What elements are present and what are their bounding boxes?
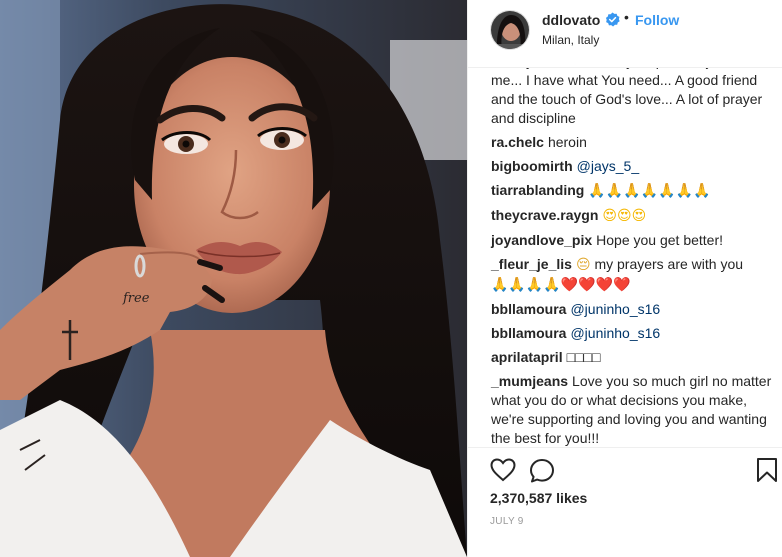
comment-username[interactable]: aprilatapril <box>491 349 563 365</box>
comment-emoji: 😍😍😍 <box>602 208 647 224</box>
heart-icon[interactable] <box>490 458 516 482</box>
comment-username[interactable]: _mumjeans <box>491 373 568 389</box>
comment-username[interactable]: bbllamoura <box>491 301 566 317</box>
comment-username[interactable]: joyandlove_pix <box>491 232 592 248</box>
post-photo[interactable]: free <box>0 0 467 557</box>
separator-dot: • <box>624 9 629 25</box>
comment-text: my prayers are with you <box>594 256 744 272</box>
comment-username[interactable]: _fleur_je_lis <box>491 256 572 272</box>
follow-button[interactable]: Follow <box>635 12 679 28</box>
comment-text: □□□□ <box>566 349 601 365</box>
comment-username[interactable]: bbllamoura <box>491 325 566 341</box>
comment-emoji: 😔 <box>575 257 591 273</box>
list-item: bbllamoura @juninho_s16 <box>491 300 781 319</box>
location-link[interactable]: Milan, Italy <box>542 33 599 47</box>
post-photo-illustration: free <box>0 0 467 557</box>
list-item: tiarrablanding 🙏🙏🙏🙏🙏🙏🙏 <box>491 181 781 201</box>
list-item: bbllamoura @juninho_s16 <box>491 324 781 343</box>
post-side-panel: ddlovato • Follow Milan, Italy money... … <box>467 0 782 557</box>
comment-username[interactable]: ra.chelc <box>491 134 544 150</box>
svg-text:free: free <box>122 291 150 306</box>
comment-text: money... But I can truly help... You jus… <box>491 68 763 126</box>
bookmark-icon[interactable] <box>756 457 778 483</box>
avatar[interactable] <box>490 10 530 50</box>
list-item: theycrave.raygn 😍😍😍 <box>491 206 781 226</box>
comment-mention[interactable]: @juninho_s16 <box>570 325 660 341</box>
list-item: _fleur_je_lis 😔 my prayers are with you 🙏… <box>491 255 781 295</box>
comment-username[interactable]: bigboomirth <box>491 158 573 174</box>
comment-mention[interactable]: @jays_5_ <box>577 158 639 174</box>
comment-bubble-icon[interactable] <box>529 458 555 484</box>
comment-emoji: 🙏🙏🙏🙏❤️❤️❤️❤️ <box>491 277 631 293</box>
comment-emoji: 🙏🙏🙏🙏🙏🙏🙏 <box>588 183 711 199</box>
list-item: aprilatapril □□□□ <box>491 348 781 367</box>
verified-badge-icon <box>605 12 620 27</box>
list-item: joyandlove_pix Hope you get better! <box>491 231 781 250</box>
likes-count[interactable]: 2,370,587 likes <box>490 490 587 506</box>
list-item: money... But I can truly help... You jus… <box>491 68 781 128</box>
list-item: ra.chelc heroin <box>491 133 781 152</box>
comment-username[interactable]: tiarrablanding <box>491 182 584 198</box>
comment-text: heroin <box>547 134 587 150</box>
comment-text: Hope you get better! <box>596 232 724 248</box>
list-item: bigboomirth @jays_5_ <box>491 157 781 176</box>
post-actions: 2,370,587 likes JULY 9 <box>468 447 782 557</box>
avatar-image <box>491 11 529 49</box>
comment-username[interactable]: theycrave.raygn <box>491 207 598 223</box>
list-item: _mumjeans Love you so much girl no matter… <box>491 372 781 446</box>
comment-mention[interactable]: @juninho_s16 <box>570 301 660 317</box>
username[interactable]: ddlovato <box>542 12 600 28</box>
comments-list[interactable]: money... But I can truly help... You jus… <box>468 68 782 446</box>
post-date[interactable]: JULY 9 <box>490 516 524 527</box>
post-header: ddlovato • Follow Milan, Italy <box>468 0 782 68</box>
